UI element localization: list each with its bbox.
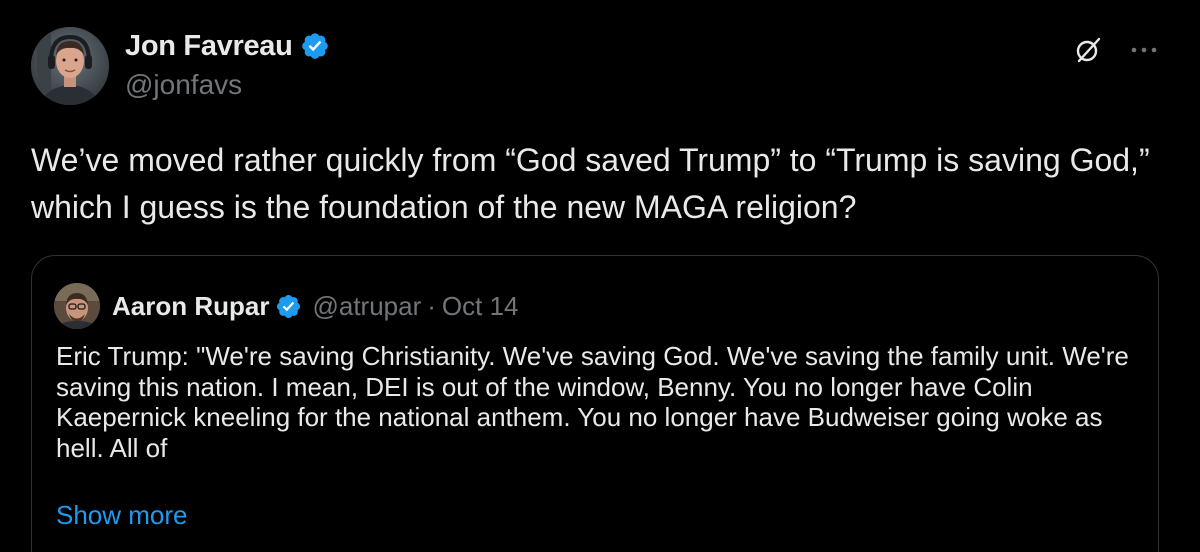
- author-name[interactable]: Jon Favreau: [125, 30, 293, 63]
- quoted-tweet-text: Eric Trump: "We're saving Christianity. …: [56, 341, 1129, 463]
- more-icon: [1131, 47, 1157, 53]
- quoted-author-avatar-image: [54, 283, 100, 329]
- separator-dot: ·: [427, 290, 436, 321]
- tweet-text: We’ve moved rather quickly from “God sav…: [31, 142, 1150, 225]
- quoted-author-handle[interactable]: @atrupar: [312, 291, 421, 322]
- quoted-tweet[interactable]: Aaron Rupar @atrupar · Oct 14 Eric Trump…: [31, 255, 1159, 552]
- grok-icon: [1076, 37, 1101, 63]
- author-avatar[interactable]: [31, 27, 109, 105]
- more-options-button[interactable]: [1122, 30, 1166, 70]
- author-avatar-image: [31, 27, 109, 105]
- quoted-tweet-header: Aaron Rupar @atrupar · Oct 14: [54, 283, 519, 329]
- quoted-author-name[interactable]: Aaron Rupar: [112, 291, 269, 322]
- author-handle[interactable]: @jonfavs: [125, 69, 330, 101]
- author-name-row: Jon Favreau: [125, 26, 330, 66]
- quoted-tweet-date[interactable]: Oct 14: [442, 291, 519, 322]
- show-more-link[interactable]: Show more: [56, 500, 188, 531]
- grok-button[interactable]: [1068, 30, 1108, 70]
- quoted-author-avatar[interactable]: [54, 283, 100, 329]
- verified-badge-icon[interactable]: [300, 31, 330, 61]
- author-info: Jon Favreau @jonfavs: [125, 26, 330, 101]
- quoted-verified-badge-icon[interactable]: [275, 293, 302, 320]
- tweet-card: Jon Favreau @jonfavs We’ve moved rather …: [0, 0, 1200, 552]
